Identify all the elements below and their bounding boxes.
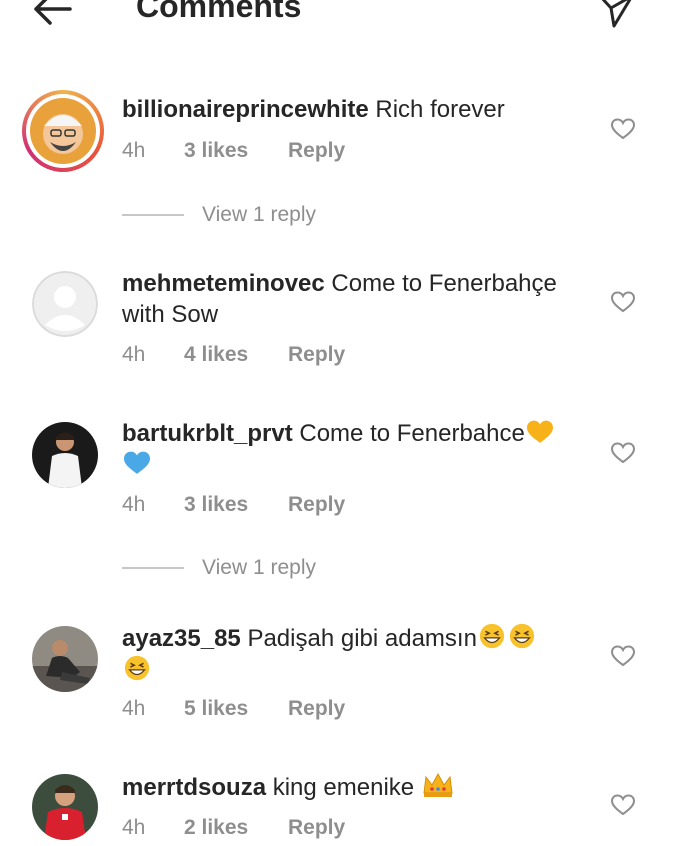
comment-body: Rich forever [375,96,505,123]
comment-username[interactable]: bartukrblt_prvt [122,420,293,447]
comment-likes[interactable]: 2 likes [184,816,288,840]
comment-meta: 4h 3 likes Reply [122,139,345,163]
comment-text: bartukrblt_prvt Come to Fenerbahce [122,418,592,480]
avatar[interactable] [32,422,98,488]
comment-likes[interactable]: 3 likes [184,139,288,163]
comment-time: 4h [122,816,146,839]
comment-body: Come to Fenerbahce [299,420,525,447]
blue-heart-emoji [124,451,150,474]
view-replies-button[interactable]: View 1 reply [122,556,316,580]
avatar[interactable] [30,98,96,164]
comment-likes[interactable]: 4 likes [184,343,288,367]
send-icon[interactable] [596,0,636,30]
reply-button[interactable]: Reply [288,343,345,367]
comment-text: merrtdsouza king emenike [122,771,592,803]
divider [122,214,184,216]
page-title: Comments [136,0,302,24]
view-replies-label: View 1 reply [202,556,317,579]
comment-text: billionaireprincewhite Rich forever [122,94,592,125]
avatar[interactable] [32,271,98,337]
comment-meta: 4h 4 likes Reply [122,343,345,367]
reply-button[interactable]: Reply [288,493,345,517]
crown-emoji [423,772,453,797]
avatar[interactable] [32,626,98,692]
profile-photo-icon [30,98,96,164]
grinning-squinting-face-emoji [509,623,535,649]
heart-outline-icon[interactable] [610,441,636,465]
divider [122,567,184,569]
comment-time: 4h [122,343,146,366]
comment-text: mehmeteminovec Come to Fenerbahçe with S… [122,268,592,330]
yellow-heart-emoji [526,420,553,443]
comment-text: ayaz35_85 Padişah gibi adamsın [122,622,592,686]
reply-button[interactable]: Reply [288,139,345,163]
heart-outline-icon[interactable] [610,644,636,668]
profile-photo-icon [32,422,98,488]
avatar[interactable] [32,774,98,840]
reply-button[interactable]: Reply [288,697,345,721]
grinning-squinting-face-emoji [124,655,150,681]
arrow-left-icon[interactable] [30,0,76,32]
view-replies-button[interactable]: View 1 reply [122,203,316,227]
comment-time: 4h [122,493,146,516]
view-replies-label: View 1 reply [202,203,317,226]
comment-meta: 4h 5 likes Reply [122,697,345,721]
comment-username[interactable]: mehmeteminovec [122,270,325,297]
comment-meta: 4h 2 likes Reply [122,816,345,840]
comment-username[interactable]: merrtdsouza [122,774,266,801]
heart-outline-icon[interactable] [610,290,636,314]
comment-likes[interactable]: 5 likes [184,697,288,721]
comment-username[interactable]: ayaz35_85 [122,625,241,652]
story-ring[interactable] [22,90,104,172]
comment-time: 4h [122,139,146,162]
comment-meta: 4h 3 likes Reply [122,493,345,517]
comment-body: king emenike [272,774,415,801]
comment-time: 4h [122,697,146,720]
heart-outline-icon[interactable] [610,117,636,141]
reply-button[interactable]: Reply [288,816,345,840]
grinning-squinting-face-emoji [479,623,505,649]
heart-outline-icon[interactable] [610,793,636,817]
default-avatar-icon [32,271,98,337]
comment-likes[interactable]: 3 likes [184,493,288,517]
comment-username[interactable]: billionaireprincewhite [122,96,369,123]
comment-body: Padişah gibi adamsın [247,625,477,652]
profile-photo-icon [32,774,98,840]
header-bar: Comments [0,0,674,40]
profile-photo-icon [32,626,98,692]
